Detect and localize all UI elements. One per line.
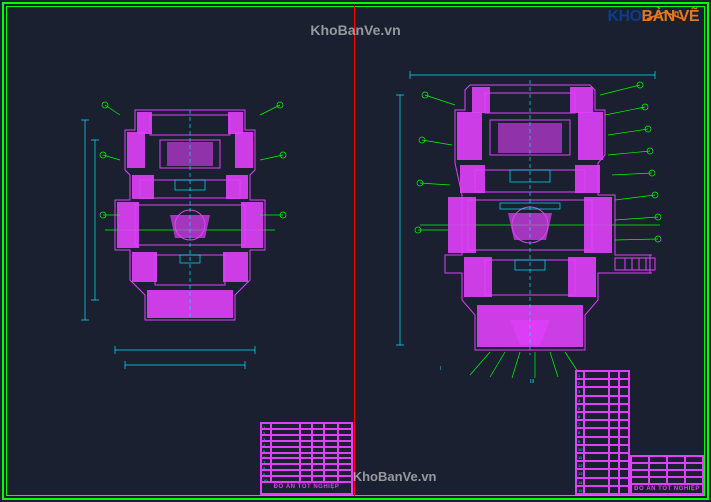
partslist-right: 1 2 3 4 5 6 7 8 9 10 11 12 13 14 15 — [575, 370, 630, 495]
titleblock-right: ĐỒ ÁN TỐT NGHIỆP — [630, 455, 704, 495]
sheet-divider — [354, 6, 355, 496]
right-section-view: I III — [390, 55, 680, 385]
logo-text-1: KHO — [607, 8, 641, 25]
section-label-1: I — [440, 366, 441, 372]
titleblock-left: 1 2 3 4 5 6 7 8 9 10 ĐỒ ÁN TỐT NGHIỆP — [260, 422, 353, 495]
section-label-2: III — [530, 379, 534, 385]
tb-left-header: ĐỒ ÁN TỐT NGHIỆP — [261, 482, 352, 494]
logo-roof-icon — [645, 10, 685, 20]
tb-right-header: ĐỒ ÁN TỐT NGHIỆP — [631, 484, 703, 494]
site-logo: KHOBẢN VẼ — [607, 8, 699, 26]
watermark-top: KhoBanVe.vn — [310, 22, 400, 38]
left-section-view — [75, 80, 305, 380]
